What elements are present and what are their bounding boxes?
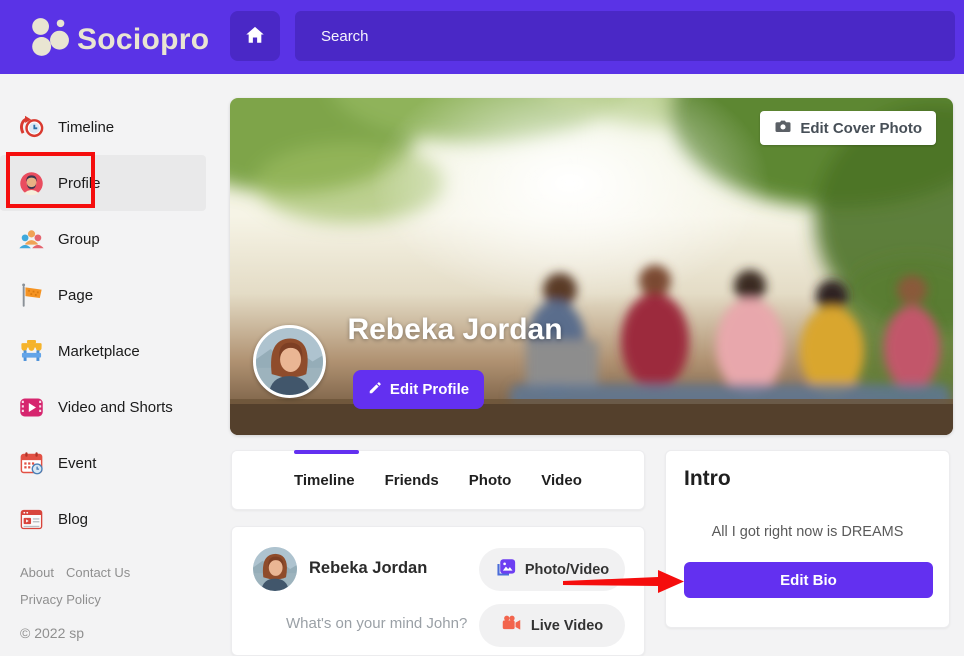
sidebar-item-label: Blog	[58, 511, 88, 528]
sidebar-item-label: Group	[58, 231, 100, 248]
timeline-clock-icon	[18, 114, 45, 141]
pencil-icon	[368, 381, 382, 399]
sidebar-item-label: Event	[58, 455, 96, 472]
sidebar-nav: Timeline Profile Group	[0, 99, 210, 547]
cover-photo-art	[230, 98, 953, 435]
profile-tabs: Timeline Friends Photo Video	[232, 451, 644, 509]
sidebar-item-label: Timeline	[58, 119, 114, 136]
group-people-icon	[18, 226, 45, 253]
profile-name: Rebeka Jordan	[290, 313, 620, 347]
live-video-label: Live Video	[531, 618, 603, 634]
sidebar-item-label: Page	[58, 287, 93, 304]
sidebar-item-blog[interactable]: Blog	[0, 491, 210, 547]
brand-name: Sociopro	[77, 23, 209, 57]
sidebar-item-event[interactable]: Event	[0, 435, 210, 491]
photo-video-button[interactable]: Photo/Video	[479, 548, 625, 591]
intro-card: Intro All I got right now is DREAMS Edit…	[665, 450, 950, 628]
search-input[interactable]	[295, 11, 955, 61]
active-tab-indicator	[294, 450, 359, 454]
brand-logo[interactable]: Sociopro	[28, 16, 209, 63]
intro-title: Intro	[684, 467, 731, 491]
edit-cover-photo-button[interactable]: Edit Cover Photo	[760, 111, 936, 145]
sidebar-footer: About Contact Us Privacy Policy © 2022 s…	[20, 565, 220, 641]
edit-cover-photo-label: Edit Cover Photo	[800, 120, 922, 137]
tab-timeline[interactable]: Timeline	[294, 472, 355, 489]
sidebar-item-timeline[interactable]: Timeline	[0, 99, 210, 155]
composer-avatar	[253, 547, 297, 591]
home-button[interactable]	[230, 11, 280, 61]
sidebar-item-page[interactable]: Page	[0, 267, 210, 323]
tab-photo[interactable]: Photo	[469, 472, 512, 489]
blog-window-icon	[18, 506, 45, 533]
intro-bio-text: All I got right now is DREAMS	[666, 524, 949, 540]
sidebar-item-video-and-shorts[interactable]: Video and Shorts	[0, 379, 210, 435]
sociopro-logo-icon	[28, 16, 70, 63]
edit-profile-button[interactable]: Edit Profile	[353, 370, 484, 409]
camera-icon	[774, 117, 792, 139]
sidebar-item-label: Video and Shorts	[58, 399, 173, 416]
photo-video-icon	[495, 557, 516, 582]
search-bar	[295, 11, 955, 61]
footer-link-privacy-policy[interactable]: Privacy Policy	[20, 592, 101, 607]
composer-user-name: Rebeka Jordan	[309, 559, 427, 578]
edit-profile-label: Edit Profile	[390, 381, 469, 398]
flag-icon	[18, 282, 45, 309]
sidebar-item-profile[interactable]: Profile	[0, 155, 206, 211]
sidebar-item-group[interactable]: Group	[0, 211, 210, 267]
photo-video-label: Photo/Video	[525, 562, 609, 578]
footer-link-about[interactable]: About	[20, 565, 54, 580]
app-header: Sociopro	[0, 0, 964, 74]
sidebar-item-marketplace[interactable]: Marketplace	[0, 323, 210, 379]
event-calendar-icon	[18, 450, 45, 477]
profile-tabs-card: Timeline Friends Photo Video	[231, 450, 645, 510]
copyright-text: © 2022 sp	[20, 625, 220, 641]
live-video-icon	[501, 613, 522, 638]
sidebar-item-label: Profile	[58, 175, 101, 192]
sidebar-item-label: Marketplace	[58, 343, 140, 360]
cover-photo: Edit Cover Photo Rebeka Jordan Edit Prof…	[230, 98, 953, 435]
video-play-icon	[18, 394, 45, 421]
home-icon	[244, 24, 266, 49]
composer-prompt[interactable]: What's on your mind John?	[286, 615, 467, 632]
post-composer-card: Rebeka Jordan Photo/Video Live Video Wha…	[231, 526, 645, 656]
profile-avatar-icon	[18, 170, 45, 197]
edit-bio-button[interactable]: Edit Bio	[684, 562, 933, 598]
market-stall-icon	[18, 338, 45, 365]
footer-link-contact-us[interactable]: Contact Us	[66, 565, 130, 580]
tab-video[interactable]: Video	[541, 472, 582, 489]
tab-friends[interactable]: Friends	[385, 472, 439, 489]
